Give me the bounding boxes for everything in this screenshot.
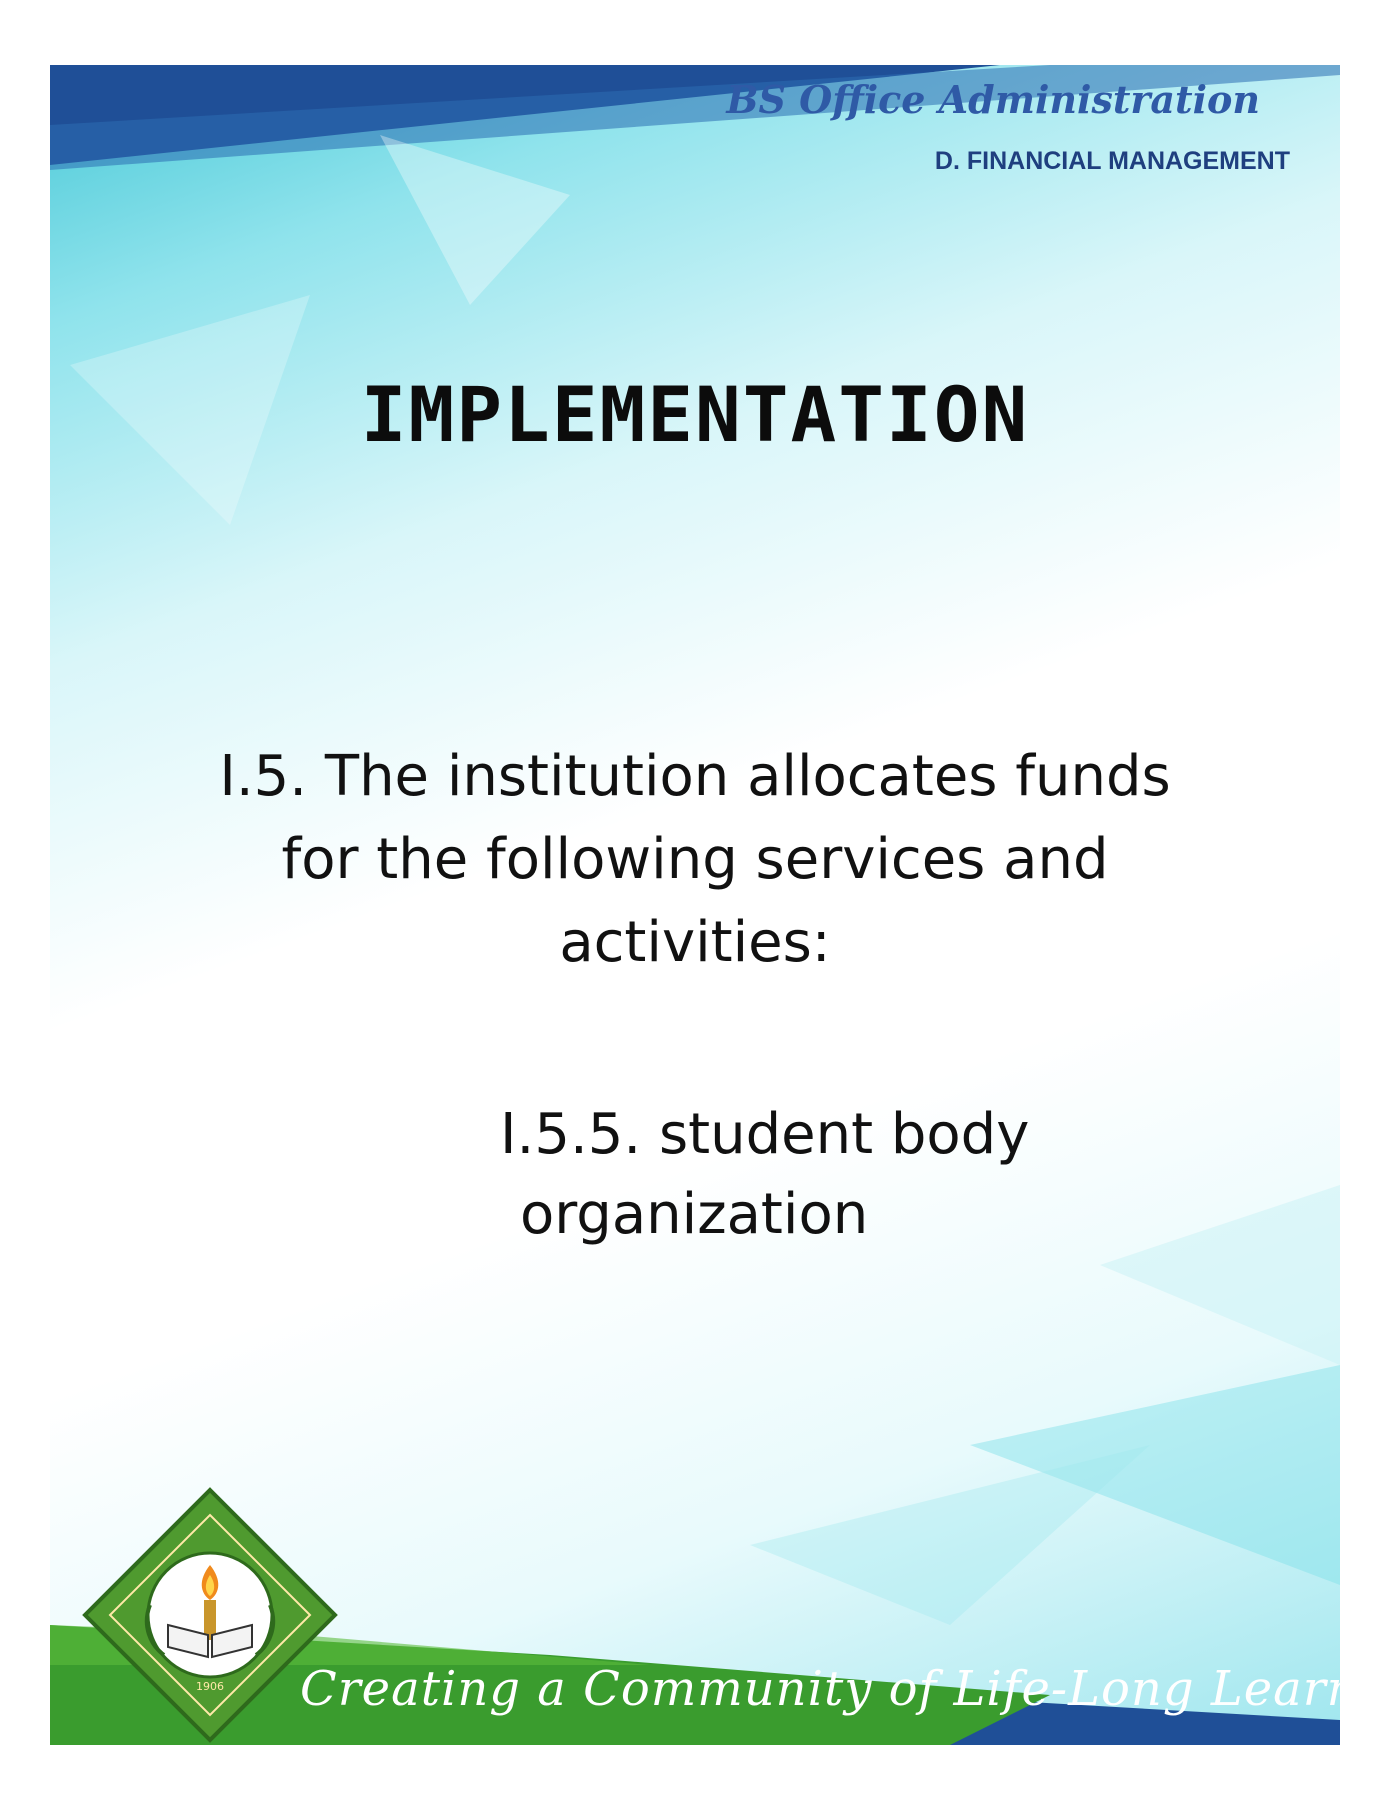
page-heading: IMPLEMENTATION xyxy=(360,370,1030,459)
light-shard xyxy=(380,135,570,305)
program-title: BS Office Administration xyxy=(726,77,1260,122)
indicator-statement: I.5. The institution allocates funds for… xyxy=(50,735,1340,984)
statement-line: I.5. The institution allocates funds xyxy=(219,744,1171,809)
sub-indicator-line: organization xyxy=(520,1182,869,1247)
sub-indicator-line: I.5.5. student body xyxy=(500,1102,1030,1167)
university-seal-icon: 1906 xyxy=(82,1487,338,1743)
light-shard xyxy=(750,1445,1150,1625)
statement-line: for the following services and xyxy=(281,827,1109,892)
section-title: D. FINANCIAL MANAGEMENT xyxy=(934,147,1290,175)
statement-line: activities: xyxy=(559,910,831,975)
seal-year: 1906 xyxy=(196,1680,224,1693)
footer-motto: Creating a Community of Life-Long Learne… xyxy=(300,1661,1340,1717)
light-shard xyxy=(1100,1185,1340,1365)
sub-indicator: I.5.5. student body organization xyxy=(500,1095,1029,1255)
document-page: BS Office Administration D. FINANCIAL MA… xyxy=(50,65,1340,1745)
